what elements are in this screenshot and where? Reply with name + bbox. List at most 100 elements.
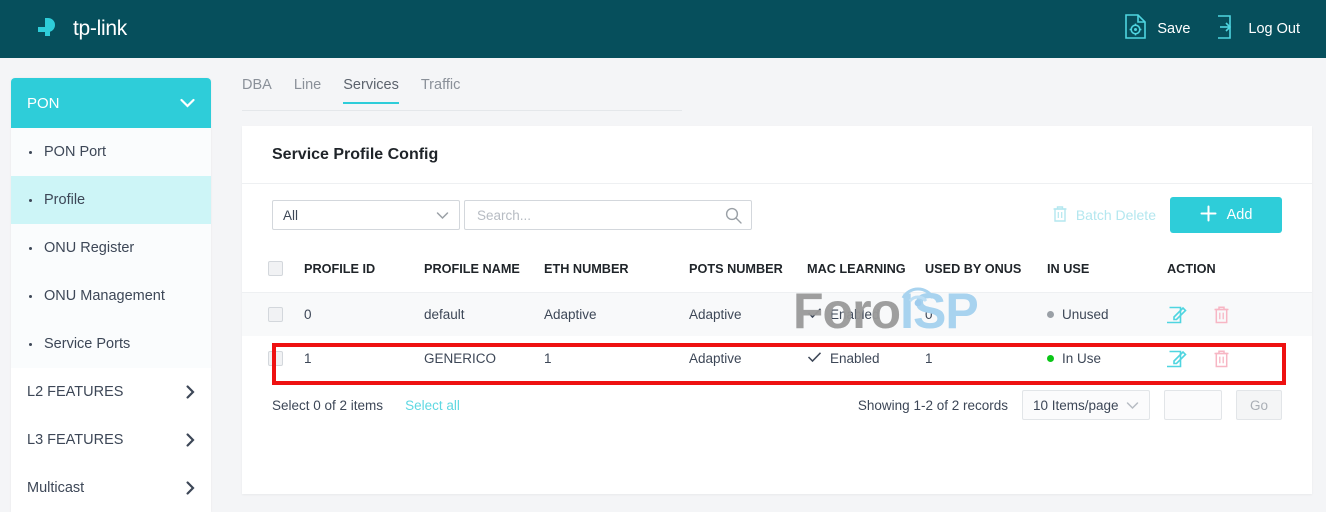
checkbox-unchecked-icon[interactable] [268,350,283,366]
sidebar-group-l2-features[interactable]: L2 FEATURES [11,368,211,416]
cell-used-by-onus: 1 [925,336,1047,380]
chevron-down-icon [436,211,449,220]
sidebar-item-label: ONU Management [44,288,165,304]
sidebar-item-profile[interactable]: Profile [11,176,211,224]
status-dot-icon [1047,354,1054,362]
header-actions: Save Log Out [1124,14,1300,44]
cell-mac-learning: Enabled [807,292,925,336]
items-per-page-select[interactable]: 10 Items/page [1022,390,1150,420]
search-box[interactable] [464,200,752,230]
status-badge: In Use [1062,350,1102,366]
status-dot-icon [1047,310,1054,318]
cell-pots-number: Adaptive [689,336,807,380]
bullet-icon [29,246,32,250]
page-number-input[interactable] [1164,390,1222,420]
add-label: Add [1226,207,1253,223]
column-profile-id: PROFILE ID [304,246,424,293]
cell-used-by-onus: 0 [925,292,1047,336]
filter-select-value: All [283,207,299,223]
filter-select[interactable]: All [272,200,460,230]
page-title: Service Profile Config [242,126,1312,184]
row-checkbox-cell [242,336,304,380]
column-mac-learning: MAC LEARNING [807,246,925,293]
row-checkbox-cell [242,292,304,336]
save-document-gear-icon [1124,14,1147,44]
chevron-right-icon [186,481,195,495]
batch-delete-button[interactable]: Batch Delete [1052,205,1156,226]
top-header-bar: tp-link Save Log Out [0,0,1326,58]
cell-action [1167,336,1312,380]
table-header-row: PROFILE ID PROFILE NAME ETH NUMBER POTS … [242,246,1312,293]
sidebar-group-multicast[interactable]: Multicast [11,464,211,512]
items-per-page-value: 10 Items/page [1033,397,1119,413]
chevron-right-icon [186,385,195,399]
sidebar-item-onu-management[interactable]: ONU Management [11,272,211,320]
brand-name: tp-link [73,17,127,40]
status-badge: Unused [1062,306,1109,322]
sidebar-item-service-ports[interactable]: Service Ports [11,320,211,368]
sidebar-item-onu-register[interactable]: ONU Register [11,224,211,272]
cell-profile-id: 1 [304,336,424,380]
bullet-icon [29,198,32,202]
search-icon[interactable] [725,207,742,229]
header-checkbox-cell [242,246,304,293]
sidebar-group-pon[interactable]: PON [11,78,211,128]
cell-in-use: In Use [1047,336,1167,380]
search-input[interactable] [475,202,721,228]
column-eth-number: ETH NUMBER [544,246,689,293]
edit-pencil-icon[interactable] [1167,348,1187,368]
add-button[interactable]: Add [1170,197,1282,233]
table-row[interactable]: 1 GENERICO 1 Adaptive Enabled 1 In Use [242,336,1312,380]
records-count: Showing 1-2 of 2 records [857,397,1008,413]
edit-pencil-icon[interactable] [1167,304,1187,324]
save-button[interactable]: Save [1124,14,1190,44]
column-action: ACTION [1167,246,1312,293]
sidebar-group-label: L2 FEATURES [27,384,124,400]
plus-icon [1200,205,1217,226]
trash-icon[interactable] [1213,349,1230,368]
chevron-down-icon [180,98,195,108]
cell-eth-number: Adaptive [544,292,689,336]
table-row[interactable]: 0 default Adaptive Adaptive Enabled 0 Un… [242,292,1312,336]
sidebar-item-label: PON Port [44,144,107,160]
chevron-right-icon [186,433,195,447]
cell-profile-name: default [424,292,544,336]
tab-line[interactable]: Line [294,77,321,104]
tplink-logo-icon [34,14,64,44]
sidebar-nav: PON PON Port Profile ONU Register ONU Ma… [0,58,222,512]
sidebar-group-label: Multicast [27,480,85,496]
tab-dba[interactable]: DBA [242,77,272,104]
sidebar-group-label: PON [27,94,60,112]
bullet-icon [29,342,32,346]
save-label: Save [1157,21,1191,37]
logout-button[interactable]: Log Out [1216,14,1300,44]
brand-logo[interactable]: tp-link [34,14,127,44]
column-in-use: IN USE [1047,246,1167,293]
cell-pots-number: Adaptive [689,292,807,336]
table-footer: Select 0 of 2 items Select all Showing 1… [242,380,1312,430]
sidebar-group-l3-features[interactable]: L3 FEATURES [11,416,211,464]
column-used-by-onus: USED BY ONUS [925,246,1047,293]
tab-traffic[interactable]: Traffic [421,77,460,104]
column-profile-name: PROFILE NAME [424,246,544,293]
tab-bar: DBA Line Services Traffic [242,77,682,111]
sidebar-item-label: Service Ports [44,336,131,352]
checkbox-unchecked-icon[interactable] [268,261,283,277]
column-pots-number: POTS NUMBER [689,246,807,293]
cell-mac-learning: Enabled [807,336,925,380]
profile-table: PROFILE ID PROFILE NAME ETH NUMBER POTS … [242,246,1312,380]
check-icon [807,307,822,322]
cell-profile-id: 0 [304,292,424,336]
checkbox-unchecked-icon[interactable] [268,307,283,323]
go-button[interactable]: Go [1236,390,1282,420]
logout-label: Log Out [1248,21,1300,37]
sidebar-item-label: Profile [44,192,86,208]
trash-icon[interactable] [1213,305,1230,324]
select-all-link[interactable]: Select all [405,398,460,413]
cell-mac-learning-label: Enabled [830,306,880,322]
main-content: DBA Line Services Traffic Service Profil… [222,58,1326,512]
tab-services[interactable]: Services [343,77,399,104]
trash-icon [1052,205,1068,226]
bullet-icon [29,294,32,298]
sidebar-item-pon-port[interactable]: PON Port [11,128,211,176]
